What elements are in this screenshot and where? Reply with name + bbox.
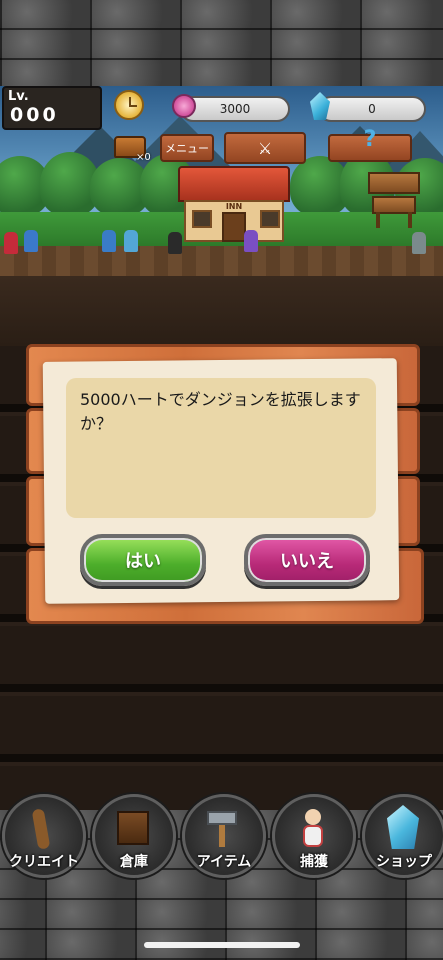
question-icon: ? bbox=[363, 126, 377, 152]
character bbox=[102, 230, 116, 252]
clock-icon[interactable] bbox=[114, 90, 144, 120]
cabinet-icon bbox=[117, 811, 149, 845]
nav-items-button[interactable]: アイテム bbox=[182, 794, 266, 878]
battle-button[interactable]: ⚔ bbox=[224, 132, 306, 164]
confirm-dialog: 5000ハートでダンジョンを拡張しますか？ はい いいえ bbox=[26, 338, 424, 624]
shop-crystal-icon bbox=[387, 805, 419, 849]
dungeon-ground bbox=[0, 276, 443, 346]
character bbox=[124, 230, 138, 252]
doll-icon bbox=[305, 809, 321, 825]
level-display: Lv. 000 bbox=[2, 86, 102, 130]
crystals-value: 0 bbox=[368, 102, 376, 116]
nav-items-label: アイテム bbox=[196, 854, 252, 870]
yes-button[interactable]: はい bbox=[80, 534, 206, 586]
character bbox=[244, 230, 258, 252]
home-indicator[interactable] bbox=[144, 942, 300, 948]
yes-label: はい bbox=[125, 551, 161, 572]
character bbox=[168, 232, 182, 254]
character bbox=[24, 230, 38, 252]
hammer-icon bbox=[207, 811, 237, 825]
nav-storage-button[interactable]: 倉庫 bbox=[92, 794, 176, 878]
chest-count: ×0 bbox=[136, 152, 151, 163]
crystals-counter: 0 bbox=[318, 96, 426, 122]
inn-sign: INN bbox=[225, 202, 243, 211]
dialog-message: 5000ハートでダンジョンを拡張しますか？ bbox=[80, 390, 361, 433]
heart-icon bbox=[172, 94, 196, 118]
nav-storage-label: 倉庫 bbox=[120, 854, 148, 870]
no-label: いいえ bbox=[280, 551, 334, 572]
nav-shop-label: ショップ bbox=[376, 854, 432, 870]
quest-button[interactable]: ? bbox=[328, 127, 412, 162]
level-value: 000 bbox=[10, 104, 59, 126]
menu-button[interactable]: メニュー bbox=[160, 134, 214, 162]
hearts-counter: 3000 bbox=[180, 96, 290, 122]
hearts-value: 3000 bbox=[219, 102, 251, 116]
level-label: Lv. bbox=[8, 89, 29, 104]
nav-shop-button[interactable]: ショップ bbox=[362, 794, 443, 878]
menu-label: メニュー bbox=[165, 142, 209, 155]
no-button[interactable]: いいえ bbox=[244, 534, 370, 586]
character bbox=[412, 232, 426, 254]
swords-icon: ⚔ bbox=[257, 138, 273, 158]
nav-create-button[interactable]: クリエイト bbox=[2, 794, 86, 878]
character bbox=[4, 232, 18, 254]
nav-create-label: クリエイト bbox=[9, 854, 79, 870]
nav-capture-button[interactable]: 捕獲 bbox=[272, 794, 356, 878]
nav-capture-label: 捕獲 bbox=[300, 854, 328, 870]
top-stone-wall bbox=[0, 0, 443, 86]
inn-building[interactable]: INN bbox=[178, 166, 290, 242]
signpost[interactable] bbox=[368, 172, 420, 228]
dialog-message-panel: 5000ハートでダンジョンを拡張しますか？ bbox=[66, 378, 376, 518]
treasure-chest-button[interactable]: ×0 bbox=[114, 132, 151, 163]
staff-icon bbox=[31, 808, 51, 850]
